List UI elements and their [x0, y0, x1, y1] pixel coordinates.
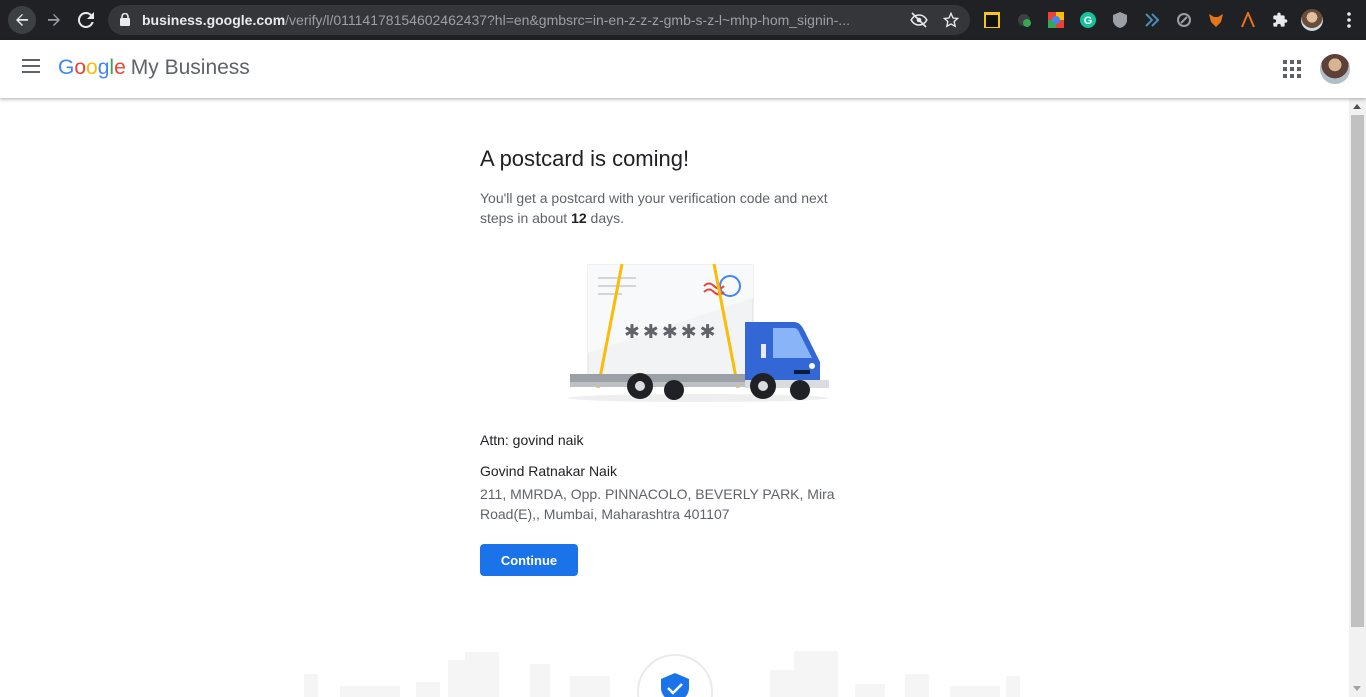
product-name: My Business — [130, 56, 250, 79]
logo-letter: o — [74, 56, 87, 79]
url-path: /verify/l/01114178154602462437?hl=en&gmb… — [285, 12, 850, 28]
description-suffix: days. — [586, 210, 624, 226]
scroll-up-arrow[interactable] — [1353, 104, 1361, 109]
extension-icon-3[interactable] — [1047, 11, 1065, 29]
scroll-down-arrow[interactable] — [1353, 686, 1361, 691]
reload-button[interactable] — [72, 6, 100, 34]
logo-letter: o — [86, 56, 98, 79]
profile-avatar[interactable] — [1301, 9, 1323, 31]
a-extension-icon[interactable] — [1239, 11, 1257, 29]
verification-panel: A postcard is coming! You'll get a postc… — [480, 146, 860, 576]
back-icon — [16, 14, 28, 26]
back-button[interactable] — [8, 6, 36, 34]
logo-letter: e — [114, 56, 126, 79]
page-title: A postcard is coming! — [480, 146, 690, 171]
account-avatar[interactable] — [1320, 54, 1350, 84]
url-host: business.google.com — [142, 12, 286, 28]
attention-line: Attn: govind naik — [480, 432, 584, 448]
star-icon[interactable] — [943, 12, 959, 28]
url-text: business.google.com/verify/l/01114178154… — [142, 12, 912, 28]
extension-icon-2[interactable] — [1015, 11, 1033, 29]
logo-letter: g — [97, 56, 110, 79]
page-scrollbar[interactable] — [1349, 98, 1366, 697]
grammarly-icon[interactable]: G — [1079, 11, 1097, 29]
forward-button[interactable] — [40, 6, 68, 34]
browser-toolbar: business.google.com/verify/l/01114178154… — [0, 0, 1366, 40]
logo-letter: G — [58, 56, 75, 79]
circle-extension-icon[interactable] — [1175, 11, 1193, 29]
lock-icon — [120, 13, 130, 26]
verification-description: You'll get a postcard with your verifica… — [480, 188, 860, 228]
shield-extension-icon[interactable] — [1111, 11, 1129, 29]
scroll-thumb[interactable] — [1351, 115, 1364, 627]
days-count: 12 — [571, 210, 587, 226]
extension-icon-1[interactable] — [983, 11, 1001, 29]
eye-off-icon[interactable] — [910, 12, 928, 28]
extensions-icon[interactable] — [1271, 11, 1289, 29]
google-my-business-logo[interactable]: Google My Business — [58, 56, 250, 80]
postcard-code: ✱✱✱✱✱ — [624, 321, 719, 343]
description-text: You'll get a postcard with your verifica… — [480, 190, 828, 226]
recipient-name: Govind Ratnakar Naik — [480, 463, 617, 479]
reload-icon — [78, 12, 94, 28]
address-bar[interactable]: business.google.com/verify/l/01114178154… — [108, 5, 970, 35]
svg-text:G: G — [1084, 15, 1093, 27]
postcard-truck-illustration: ✱✱✱✱✱ — [568, 263, 829, 402]
continue-button[interactable]: Continue — [480, 544, 578, 576]
app-header: Google My Business — [0, 40, 1366, 98]
google-apps-icon[interactable] — [1283, 60, 1301, 78]
menu-dots-icon[interactable] — [1340, 11, 1358, 29]
chevrons-extension-icon[interactable] — [1143, 11, 1161, 29]
forward-icon — [48, 14, 60, 26]
hamburger-menu-icon[interactable] — [22, 59, 40, 73]
fox-extension-icon[interactable] — [1207, 11, 1225, 29]
city-skyline-illustration — [304, 651, 1020, 697]
mailing-address: 211, MMRDA, Opp. PINNACOLO, BEVERLY PARK… — [480, 486, 835, 522]
